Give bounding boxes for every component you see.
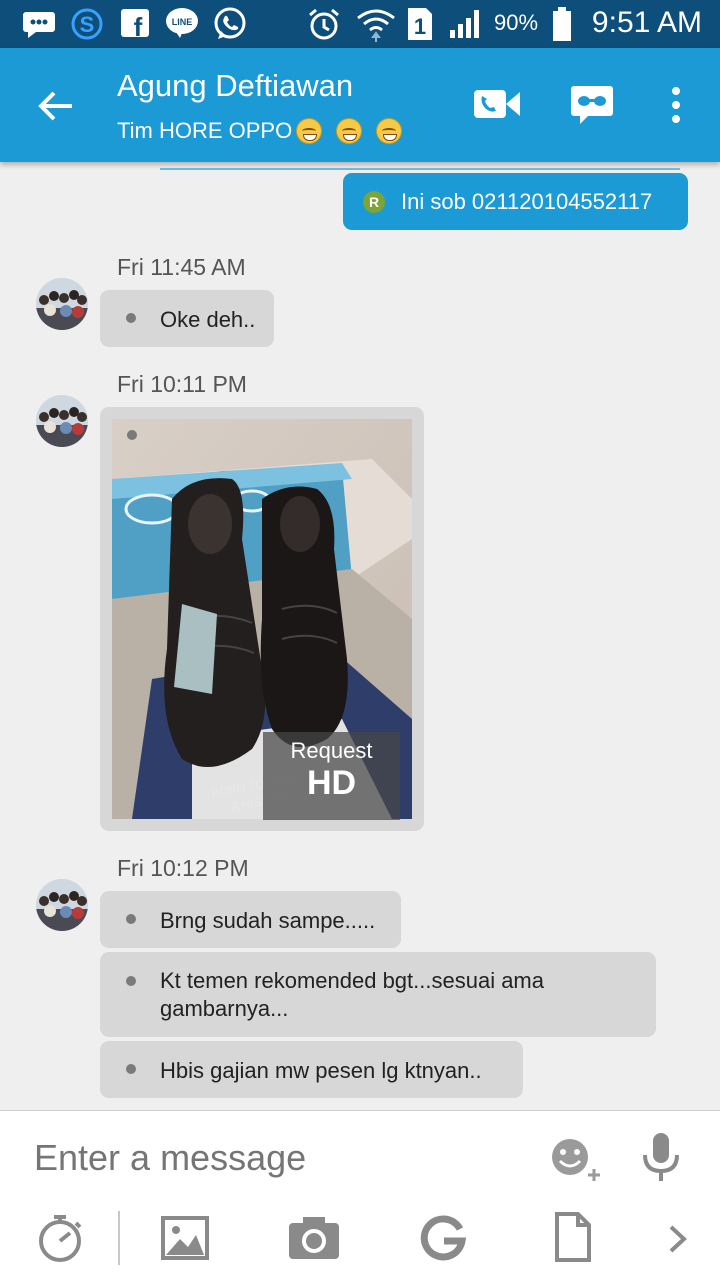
timer-icon[interactable]: [34, 1211, 86, 1265]
group-photo-icon: [36, 395, 88, 447]
incoming-message-bubble[interactable]: Kt temen rekomended bgt...sesuai ama gam…: [100, 952, 656, 1037]
battery-icon: [553, 7, 571, 41]
incoming-message-text: Oke deh..: [160, 307, 256, 332]
alarm-icon: [309, 8, 339, 40]
contact-name[interactable]: Agung Deftiawan: [117, 68, 353, 104]
arrow-left-icon[interactable]: [36, 86, 76, 126]
incoming-message-text: Kt temen rekomended bgt...sesuai ama gam…: [160, 968, 544, 1021]
avatar[interactable]: [36, 278, 88, 330]
unread-dot: [126, 1064, 136, 1074]
emoji-add-icon[interactable]: [548, 1135, 604, 1185]
group-photo-icon: [36, 879, 88, 931]
message-timestamp: Fri 10:12 PM: [117, 855, 249, 881]
request-hd-button[interactable]: Request HD: [263, 732, 400, 820]
laughing-emoji-icon: [336, 118, 363, 144]
outgoing-message-text: Ini sob 021120104552117: [401, 188, 653, 214]
contact-status-text: Tim HORE OPPO: [117, 118, 293, 143]
outgoing-message-bubble[interactable]: R Ini sob 021120104552117: [343, 173, 688, 230]
toolbar-divider: [118, 1211, 120, 1265]
svg-text:LINE: LINE: [172, 17, 193, 27]
signal-icon: [450, 10, 479, 38]
request-hd-label: Request: [290, 738, 373, 763]
svg-text:S: S: [80, 12, 95, 37]
file-icon[interactable]: [554, 1211, 592, 1263]
unread-dot: [126, 976, 136, 986]
facebook-icon: f: [121, 9, 149, 38]
status-bar: S f LINE 1 90% 9:51 AM: [0, 0, 720, 48]
google-icon[interactable]: [420, 1215, 466, 1261]
incoming-message-text: Brng sudah sampe.....: [160, 908, 376, 933]
unread-dot: [126, 313, 136, 323]
s-app-icon: S: [71, 8, 103, 40]
clock: 9:51 AM: [591, 6, 702, 39]
wifi-icon: [357, 9, 395, 42]
glasses-icon[interactable]: [570, 84, 614, 126]
whatsapp-icon: [214, 7, 246, 39]
avatar[interactable]: [36, 395, 88, 447]
laughing-emoji-icon: [376, 118, 403, 144]
line-icon: LINE: [166, 8, 198, 38]
incoming-message-text: Hbis gajian mw pesen lg ktnyan..: [160, 1058, 482, 1083]
message-list[interactable]: R Ini sob 021120104552117 Fri 11:45 AM O…: [0, 162, 720, 1110]
request-hd-label-hd: HD: [306, 764, 357, 802]
incoming-message-bubble[interactable]: Oke deh..: [100, 290, 274, 347]
camera-icon[interactable]: [287, 1215, 341, 1261]
image-icon[interactable]: [160, 1215, 210, 1261]
video-call-icon[interactable]: [472, 84, 522, 124]
chevron-right-icon[interactable]: [666, 1223, 690, 1255]
laughing-emoji-icon: [296, 118, 323, 144]
sim-slot-number: 1: [414, 14, 426, 39]
sim-icon: 1: [408, 8, 432, 40]
battery-percentage: 90%: [494, 10, 539, 35]
more-vert-icon[interactable]: [664, 86, 688, 126]
message-composer: [0, 1110, 720, 1280]
bbm-icon: [23, 12, 55, 38]
message-timestamp: Fri 11:45 AM: [117, 254, 246, 280]
message-timestamp: Fri 10:11 PM: [117, 371, 247, 397]
incoming-message-bubble[interactable]: Hbis gajian mw pesen lg ktnyan..: [100, 1041, 523, 1098]
avatar[interactable]: [36, 879, 88, 931]
chat-header: Agung Deftiawan Tim HORE OPPO: [0, 48, 720, 162]
read-receipt-badge: R: [363, 190, 385, 213]
divider: [160, 168, 680, 170]
svg-text:f: f: [134, 12, 143, 38]
incoming-message-bubble[interactable]: Brng sudah sampe.....: [100, 891, 401, 948]
microphone-icon[interactable]: [640, 1131, 682, 1185]
group-photo-icon: [36, 278, 88, 330]
message-input[interactable]: [34, 1133, 514, 1183]
unread-dot: [126, 914, 136, 924]
contact-status: Tim HORE OPPO: [117, 118, 403, 144]
